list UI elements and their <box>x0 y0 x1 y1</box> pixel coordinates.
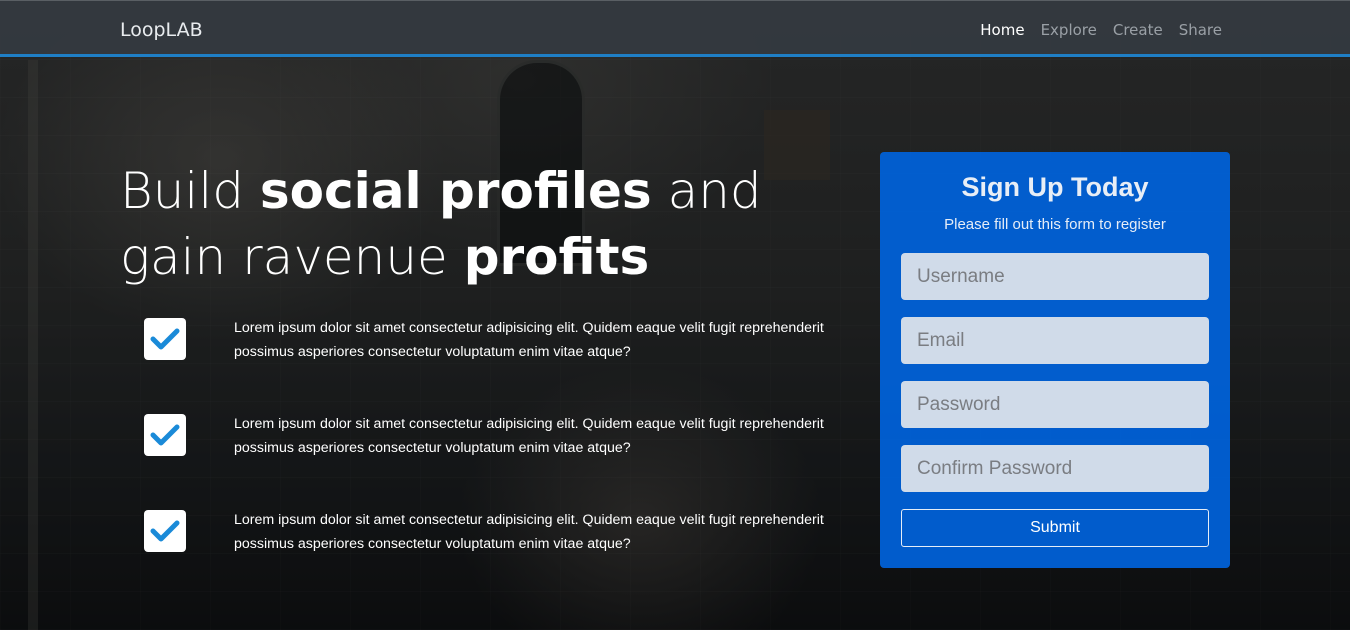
check-icon <box>144 414 186 456</box>
nav-share[interactable]: Share <box>1179 21 1222 39</box>
check-icon <box>144 510 186 552</box>
headline-text: Build <box>120 162 260 220</box>
feature-item: Lorem ipsum dolor sit amet consectetur a… <box>144 318 844 366</box>
password-field[interactable] <box>901 381 1209 428</box>
submit-button[interactable]: Submit <box>901 509 1209 547</box>
check-icon <box>144 318 186 360</box>
feature-item: Lorem ipsum dolor sit amet consectetur a… <box>144 510 844 558</box>
email-field[interactable] <box>901 317 1209 364</box>
nav-home[interactable]: Home <box>980 21 1024 39</box>
nav-links: Home Explore Create Share <box>980 21 1222 39</box>
confirm-password-field[interactable] <box>901 445 1209 492</box>
username-field[interactable] <box>901 253 1209 300</box>
brand-logo[interactable]: LoopLAB <box>120 19 203 41</box>
feature-text: Lorem ipsum dolor sit amet consectetur a… <box>234 416 824 456</box>
headline-bold: profits <box>463 228 650 286</box>
signup-subtitle: Please fill out this form to register <box>944 216 1166 233</box>
feature-item: Lorem ipsum dolor sit amet consectetur a… <box>144 414 844 462</box>
feature-text: Lorem ipsum dolor sit amet consectetur a… <box>234 320 824 360</box>
feature-text: Lorem ipsum dolor sit amet consectetur a… <box>234 512 824 552</box>
nav-create[interactable]: Create <box>1113 21 1163 39</box>
nav-explore[interactable]: Explore <box>1041 21 1097 39</box>
signup-title: Sign Up Today <box>961 172 1149 202</box>
signup-card: Sign Up Today Please fill out this form … <box>880 152 1230 568</box>
headline-bold: social profiles <box>259 162 652 220</box>
navbar: LoopLAB Home Explore Create Share <box>0 0 1350 57</box>
hero-headline: Build social profiles and gain ravenue p… <box>120 158 840 290</box>
